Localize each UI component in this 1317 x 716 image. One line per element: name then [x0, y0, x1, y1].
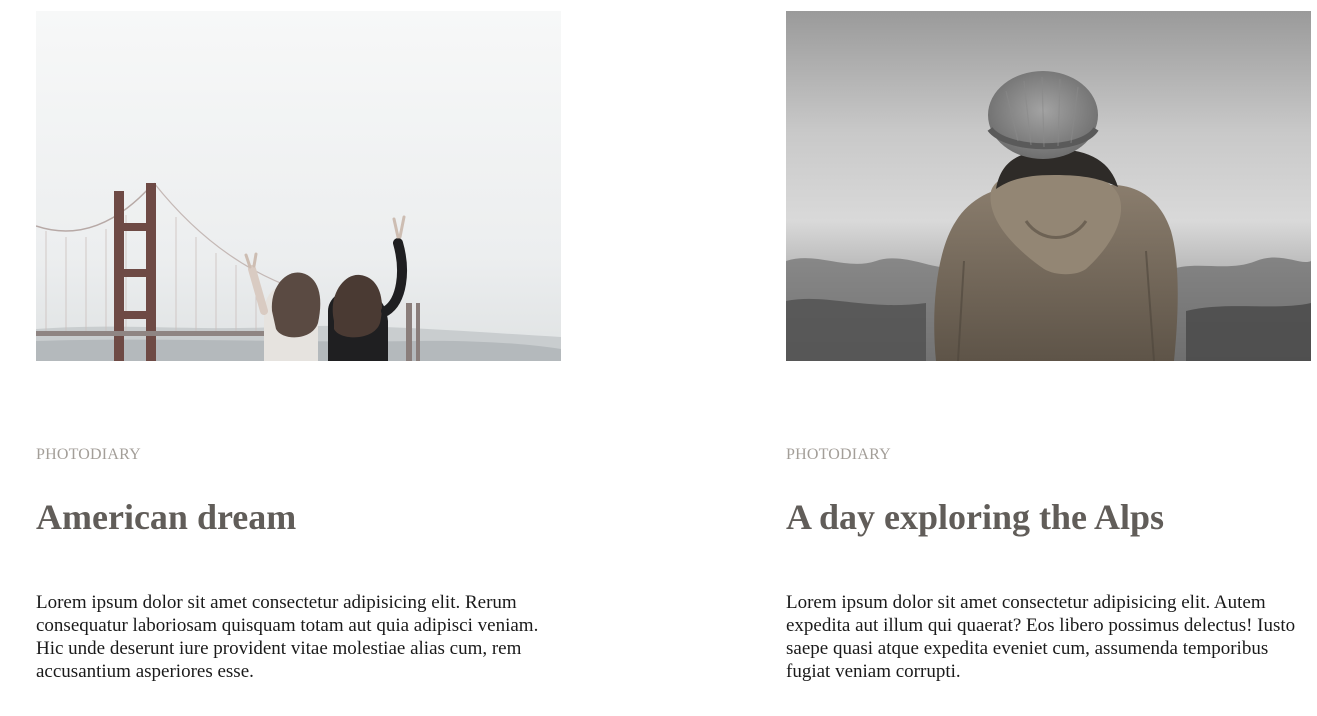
post-image-link[interactable]: [36, 11, 561, 361]
post-card-alps: PHOTODIARY A day exploring the Alps Lore…: [786, 11, 1311, 682]
post-card-american-dream: PHOTODIARY American dream Lorem ipsum do…: [36, 11, 561, 682]
post-category: PHOTODIARY: [36, 446, 141, 463]
post-image-link[interactable]: [786, 11, 1311, 361]
post-category: PHOTODIARY: [786, 446, 891, 463]
post-title[interactable]: A day exploring the Alps: [786, 495, 1164, 539]
golden-gate-photo: [36, 11, 561, 361]
alps-hiker-photo: [786, 11, 1311, 361]
post-excerpt: Lorem ipsum dolor sit amet consectetur a…: [36, 592, 539, 682]
post-excerpt: Lorem ipsum dolor sit amet consectetur a…: [786, 592, 1296, 682]
post-title[interactable]: American dream: [36, 495, 296, 539]
